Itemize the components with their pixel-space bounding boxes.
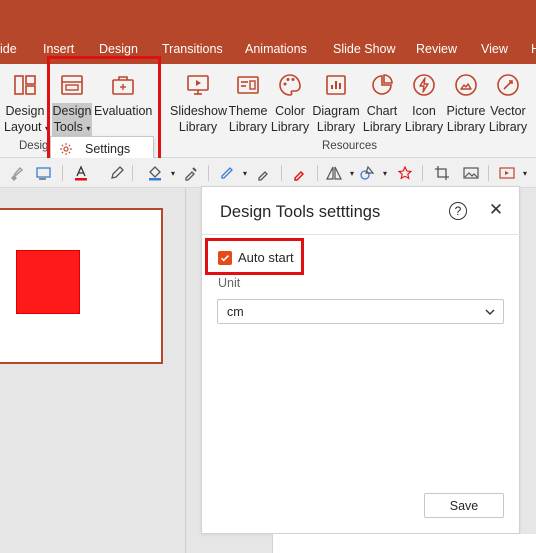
star-icon[interactable] <box>396 164 414 182</box>
picture-icon <box>451 70 481 100</box>
pane-splitter[interactable] <box>185 188 186 553</box>
chart-library-label-1: Chart <box>366 104 398 118</box>
icon-library-button[interactable]: Icon Library <box>404 70 444 135</box>
toolbar-separator <box>281 165 282 181</box>
toolbar-separator <box>132 165 133 181</box>
theme-library-button[interactable]: Theme Library <box>228 70 268 135</box>
design-layout-label-2: Layout ▾ <box>4 120 50 134</box>
toolbar-separator <box>422 165 423 181</box>
slideshow-library-label-2: Library <box>178 120 218 134</box>
chart-icon <box>367 70 397 100</box>
toolbar-separator <box>208 165 209 181</box>
crop-icon[interactable] <box>433 164 451 182</box>
eyedropper-icon[interactable] <box>255 164 273 182</box>
red-square-shape[interactable] <box>16 250 80 314</box>
line-color-icon[interactable] <box>218 164 236 182</box>
diagram-library-button[interactable]: Diagram Library <box>312 70 360 135</box>
tab-slide-show[interactable]: Slide Show <box>333 42 396 56</box>
palette-icon <box>275 70 305 100</box>
theme-icon <box>233 70 263 100</box>
diagram-icon <box>321 70 351 100</box>
color-library-button[interactable]: Color Library <box>270 70 310 135</box>
toolbar-separator <box>317 165 318 181</box>
layout-icon <box>10 70 40 100</box>
diagram-library-label-2: Library <box>316 120 356 134</box>
pane-divider <box>202 234 521 235</box>
red-eyedropper-icon[interactable] <box>291 164 309 182</box>
design-layout-button[interactable]: Design Layout ▾ <box>4 70 50 137</box>
screen-icon[interactable] <box>35 164 53 182</box>
chevron-down-icon[interactable]: ▾ <box>376 164 394 182</box>
pen-icon[interactable] <box>108 164 126 182</box>
icon-library-icon <box>409 70 439 100</box>
slide-notes-area <box>272 534 536 553</box>
fill-color-icon[interactable] <box>146 164 164 182</box>
chevron-down-icon <box>484 306 496 321</box>
image-icon[interactable] <box>462 164 480 182</box>
color-library-label-2: Library <box>270 120 310 134</box>
unit-select[interactable]: cm <box>217 299 504 324</box>
slide[interactable] <box>0 208 163 364</box>
tab-slide[interactable]: ide <box>0 42 17 56</box>
shapes-icon[interactable] <box>358 164 376 182</box>
chart-library-button[interactable]: Chart Library <box>362 70 402 135</box>
picture-library-button[interactable]: Picture Library <box>446 70 486 135</box>
vector-icon <box>493 70 523 100</box>
save-button[interactable]: Save <box>424 493 504 518</box>
tab-transitions[interactable]: Transitions <box>162 42 223 56</box>
slideshow-library-label-1: Slideshow <box>170 104 227 118</box>
tab-more[interactable]: H <box>531 42 536 56</box>
pane-title: Design Tools setttings <box>220 203 381 221</box>
slideshow-play-icon[interactable] <box>498 164 516 182</box>
highlight-auto-start <box>205 238 304 275</box>
color-library-label-1: Color <box>275 104 305 118</box>
tab-animations[interactable]: Animations <box>245 42 307 56</box>
slideshow-icon <box>183 70 213 100</box>
group-label-resources: Resources <box>322 140 377 152</box>
tab-view[interactable]: View <box>481 42 508 56</box>
vector-library-label-2: Library <box>488 120 528 134</box>
diagram-library-label-1: Diagram <box>312 104 360 118</box>
tab-insert[interactable]: Insert <box>43 42 74 56</box>
theme-library-label-2: Library <box>228 120 268 134</box>
help-icon[interactable]: ? <box>449 202 467 220</box>
chevron-down-icon[interactable]: ▾ <box>164 164 182 182</box>
theme-library-label-1: Theme <box>228 104 268 118</box>
font-color-icon[interactable] <box>72 164 90 182</box>
tab-review[interactable]: Review <box>416 42 457 56</box>
brush-icon[interactable] <box>7 164 25 182</box>
icon-library-label-2: Library <box>404 120 444 134</box>
drawing-toolbar: ▾ ▾ ▾ ▾ ▾ <box>0 158 536 188</box>
slide-canvas <box>0 188 185 553</box>
group-label-design: Desig <box>19 140 49 152</box>
unit-select-value: cm <box>227 304 244 319</box>
vector-library-button[interactable]: Vector Library <box>488 70 528 135</box>
slideshow-library-button[interactable]: Slideshow Library <box>170 70 227 135</box>
eyedropper-icon[interactable] <box>182 164 200 182</box>
chevron-down-icon[interactable]: ▾ <box>236 164 254 182</box>
picture-library-label-2: Library <box>446 120 486 134</box>
chevron-down-icon[interactable]: ▾ <box>516 164 534 182</box>
toolbar-separator <box>488 165 489 181</box>
flip-icon[interactable] <box>325 164 343 182</box>
close-icon[interactable]: ✕ <box>488 201 504 219</box>
icon-library-label-1: Icon <box>412 104 436 118</box>
picture-library-label-1: Picture <box>446 104 486 118</box>
highlight-design-tools <box>47 56 161 172</box>
unit-label: Unit <box>218 276 241 290</box>
chart-library-label-2: Library <box>362 120 402 134</box>
tab-design[interactable]: Design <box>99 42 138 56</box>
toolbar-separator <box>62 165 63 181</box>
title-bar: ide Insert Design Transitions Animations… <box>0 0 536 64</box>
vector-library-label-1: Vector <box>490 104 526 118</box>
design-layout-label-1: Design <box>5 104 45 118</box>
